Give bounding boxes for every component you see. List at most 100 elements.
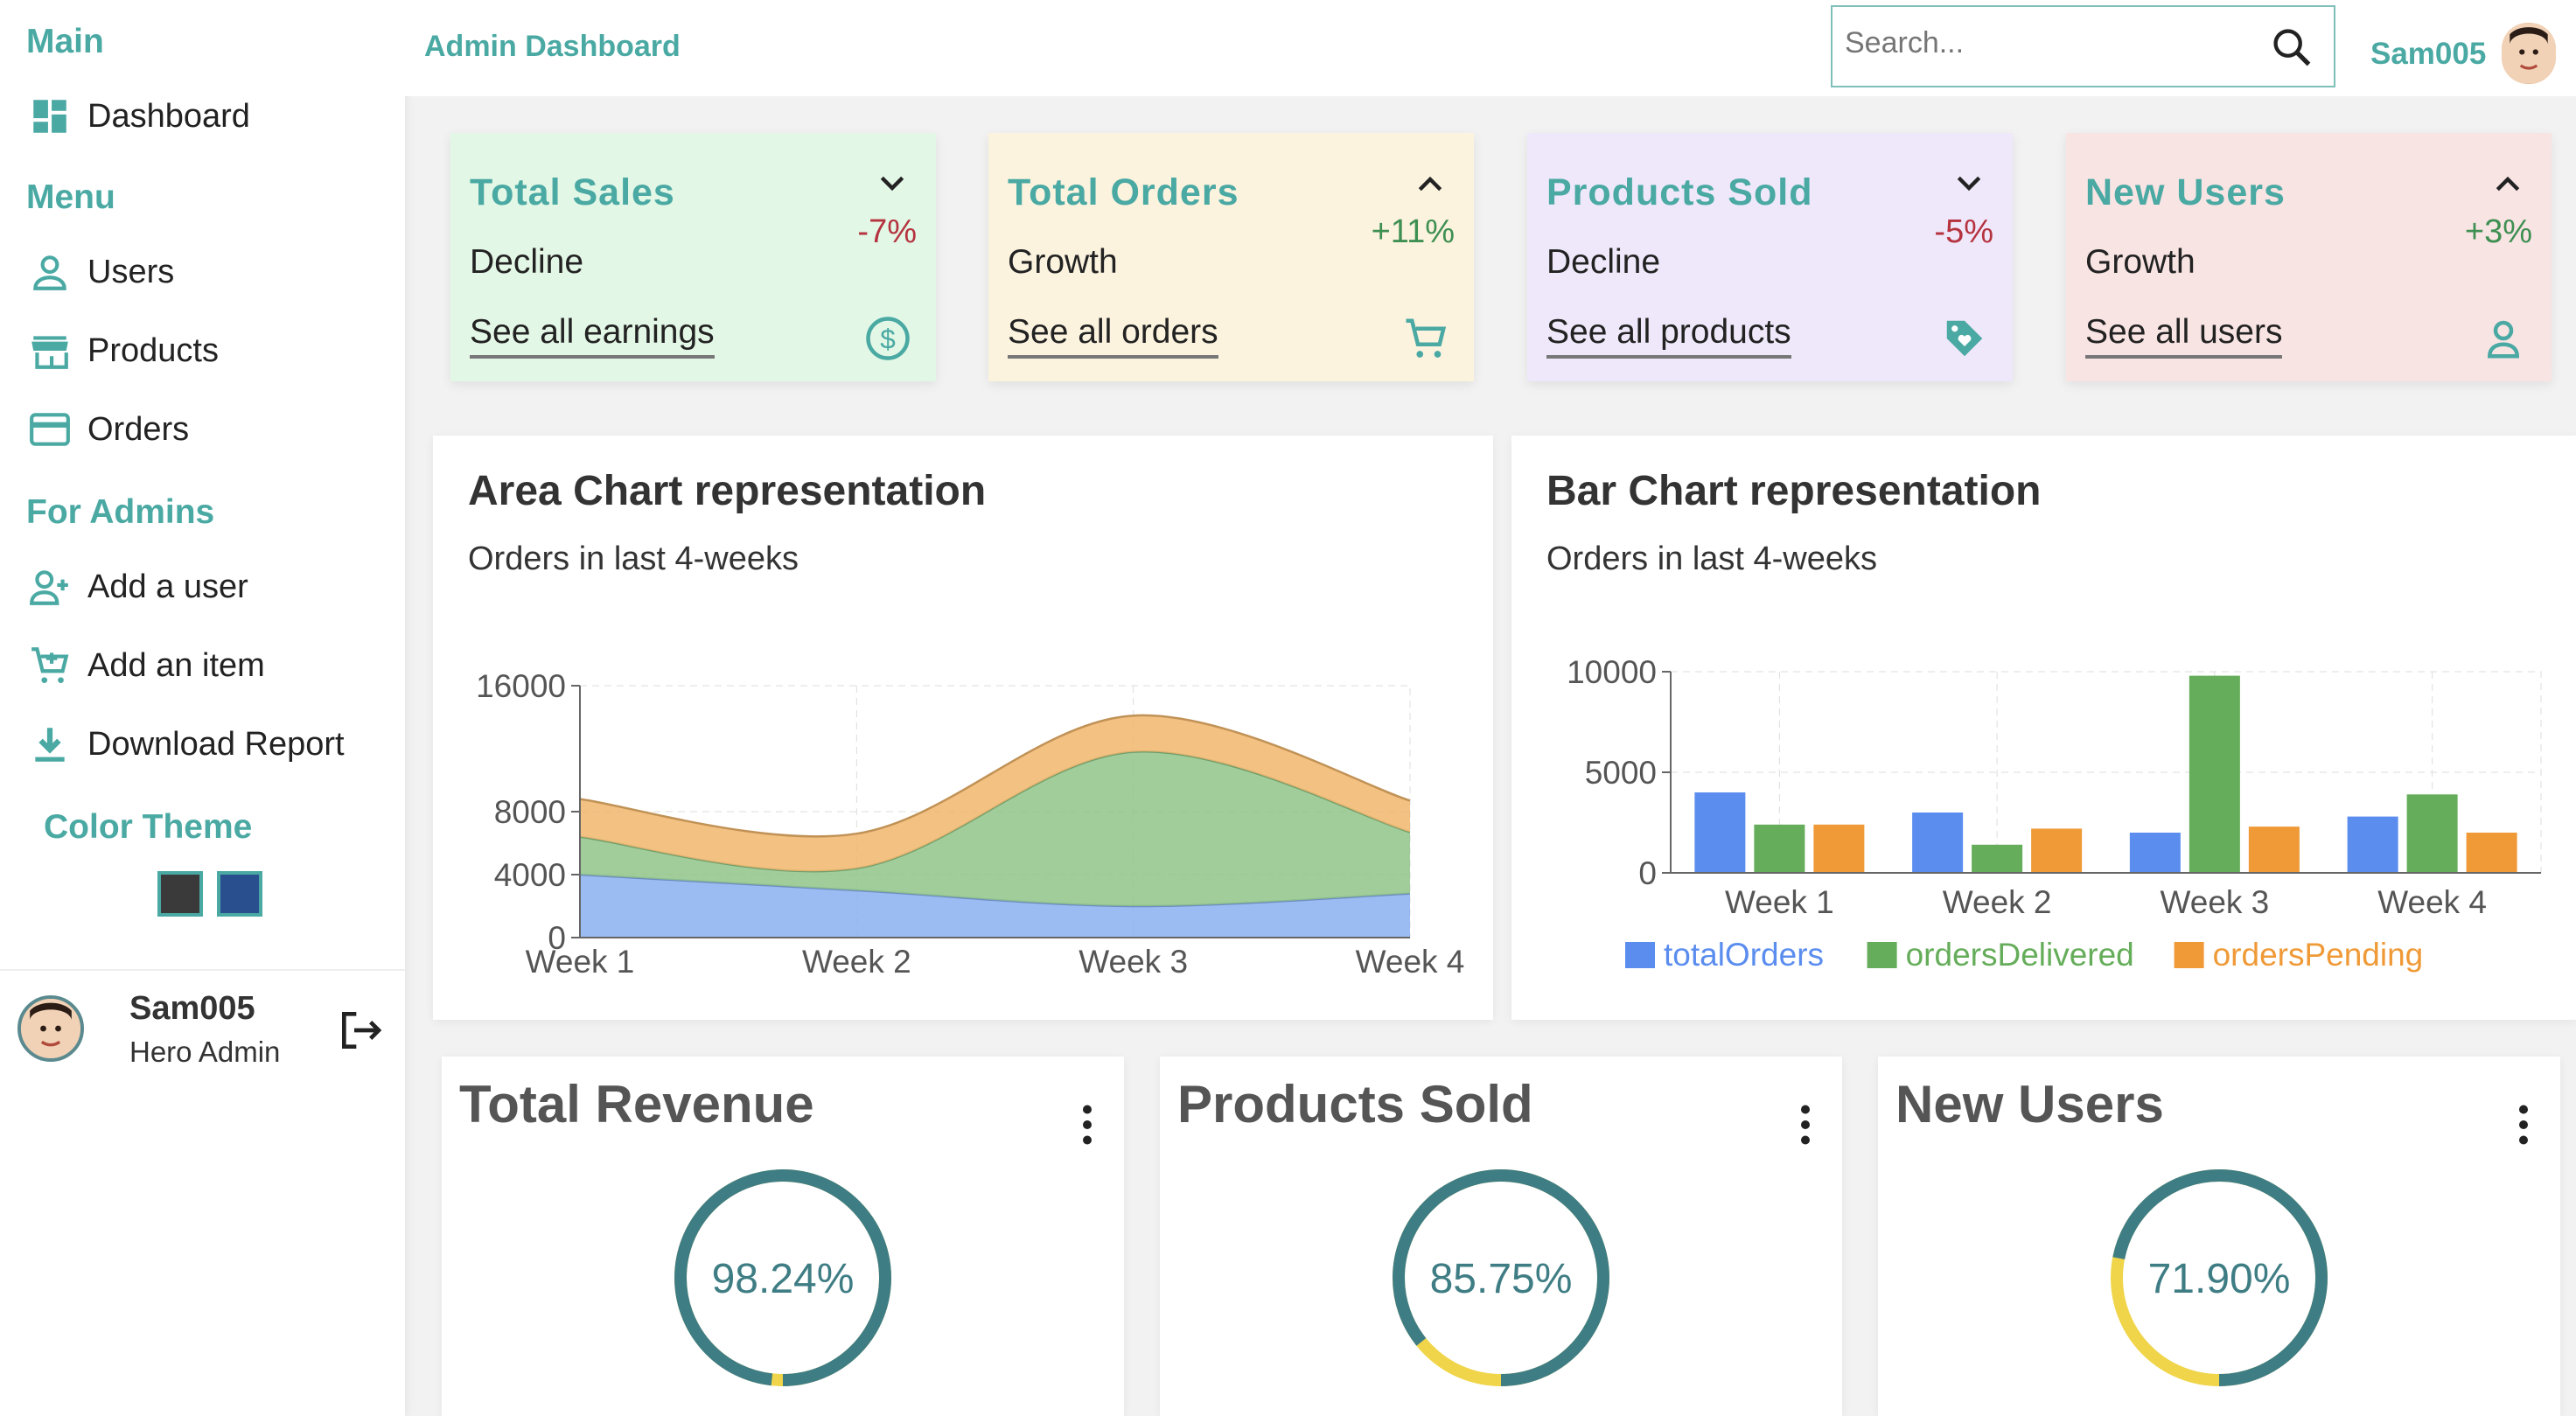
chevron-down-icon[interactable] [875,166,910,201]
legend-label: ordersPending [2213,937,2424,973]
profile-section: Sam005 Hero Admin [0,969,405,1092]
kpi-percent: -5% [1934,213,1993,250]
bar-ordersPending [1813,824,1865,873]
chevron-up-icon[interactable] [1413,166,1448,201]
y-tick-label: 4000 [494,857,566,893]
sidebar-item-add-item[interactable]: Add an item [28,644,265,687]
bar-ordersPending [2466,833,2517,873]
y-tick-label: 16000 [476,668,566,704]
section-menu: Menu [26,178,115,216]
kpi-link[interactable]: See all orders [1008,313,1218,359]
dashboard-icon [33,100,66,133]
more-vertical-icon[interactable] [1795,1099,1816,1151]
y-tick-label: 5000 [1585,755,1657,791]
section-color-theme: Color Theme [44,808,253,846]
chevron-up-icon[interactable] [2490,166,2525,201]
bar-ordersDelivered [2406,794,2458,873]
sidebar-item-products[interactable]: Products [28,329,219,373]
donut-chart: 98.24% [674,1169,891,1386]
donut-chart: 71.90% [2111,1169,2328,1386]
kpi-link[interactable]: See all products [1546,313,1791,359]
store-icon [31,336,68,369]
header-username[interactable]: Sam005 [2370,37,2486,72]
legend-swatch [1625,942,1655,968]
theme-swatch-blue[interactable] [217,871,262,917]
search-box [1831,5,2335,87]
credit-card-icon [30,413,70,446]
card-title: Products Sold [1177,1075,1533,1133]
legend-swatch [2174,942,2204,968]
donut-card-total-revenue: Total Revenue 98.24% [442,1057,1124,1416]
kpi-card-new-users: New Users +3% Growth See all users [2066,133,2552,381]
sidebar-item-dashboard[interactable]: Dashboard [28,94,250,138]
sidebar-item-label: Dashboard [87,97,250,135]
kpi-card-total-orders: Total Orders +11% Growth See all orders [988,133,1474,381]
chevron-down-icon[interactable] [1951,166,1986,201]
kpi-title: Products Sold [1546,171,1813,213]
theme-swatch-dark[interactable] [157,871,203,917]
legend-label: totalOrders [1664,937,1824,973]
more-vertical-icon[interactable] [2513,1099,2534,1151]
search-input[interactable] [1845,26,2265,60]
donut-card-products-sold: Products Sold 85.75% [1160,1057,1842,1416]
kpi-card-products-sold: Products Sold -5% Decline See all produc… [1527,133,2013,381]
sidebar-item-download-report[interactable]: Download Report [28,722,345,766]
donut-value-label: 85.75% [1430,1256,1573,1302]
more-vertical-icon[interactable] [1077,1099,1098,1151]
kpi-title: Total Sales [470,171,675,213]
kpi-percent: +11% [1371,213,1455,250]
bar-chart: 0 5000 10000 Week 1 Week 2 Week 3 Week 4 totalO… [1567,654,2542,973]
bar-totalOrders [1694,792,1746,873]
sidebar-item-add-user[interactable]: Add a user [28,565,248,609]
kpi-title: Total Orders [1008,171,1239,213]
kpi-link[interactable]: See all earnings [470,313,715,359]
sidebar: Main Dashboard Menu Users Products Order… [0,0,405,1416]
sidebar-item-label: Download Report [87,725,345,763]
sidebar-item-users[interactable]: Users [28,250,174,294]
profile-name: Sam005 [129,990,255,1027]
bar-ordersDelivered [2189,675,2240,873]
legend-label: ordersDelivered [1906,937,2134,973]
avatar-face-icon [21,999,80,1058]
user-icon [33,255,66,290]
kpi-status: Growth [2085,243,2196,281]
user-plus-icon [30,570,68,605]
bar-chart-panel: Bar Chart representation Orders in last … [1511,436,2576,1020]
x-tick-label: Week 3 [2160,884,2269,920]
area-chart-panel: Area Chart representation Orders in last… [433,436,1493,1020]
sidebar-item-label: Orders [87,410,190,448]
y-tick-label: 10000 [1567,654,1657,690]
sidebar-item-orders[interactable]: Orders [28,408,189,451]
svg-text:$: $ [880,323,896,354]
bar-totalOrders [2347,816,2398,873]
card-title: New Users [1895,1075,2164,1133]
header-avatar[interactable] [2502,23,2556,84]
area-chart: 04000800016000Week 1 Week 2 Week 3 Week 4 [476,668,1465,980]
sidebar-item-label: Products [87,331,219,369]
sidebar-item-label: Add an item [87,646,265,684]
x-tick-label: Week 4 [1356,944,1465,980]
x-tick-label: Week 1 [526,944,635,980]
cart-icon [1406,318,1447,358]
search-icon[interactable] [2269,24,2314,70]
logout-icon[interactable] [336,1006,385,1055]
section-for-admins: For Admins [26,493,215,531]
bar-ordersPending [2248,827,2300,873]
page-title: Admin Dashboard [424,30,681,63]
x-tick-label: Week 3 [1079,944,1188,980]
y-tick-label: 0 [1638,855,1657,891]
kpi-percent: -7% [857,213,917,250]
kpi-link[interactable]: See all users [2085,313,2283,359]
y-tick-label: 8000 [494,794,566,830]
kpi-status: Decline [1546,243,1661,281]
avatar-face-icon [2502,23,2556,84]
card-title: Total Revenue [459,1075,814,1133]
dollar-icon: $ [866,317,910,360]
bar-ordersDelivered [1972,844,2023,873]
sidebar-item-label: Add a user [87,568,248,605]
legend-swatch [1867,942,1897,968]
bar-totalOrders [1912,813,1964,873]
sidebar-item-label: Users [87,253,175,290]
bar-ordersDelivered [1754,824,1805,873]
kpi-status: Decline [470,243,584,281]
